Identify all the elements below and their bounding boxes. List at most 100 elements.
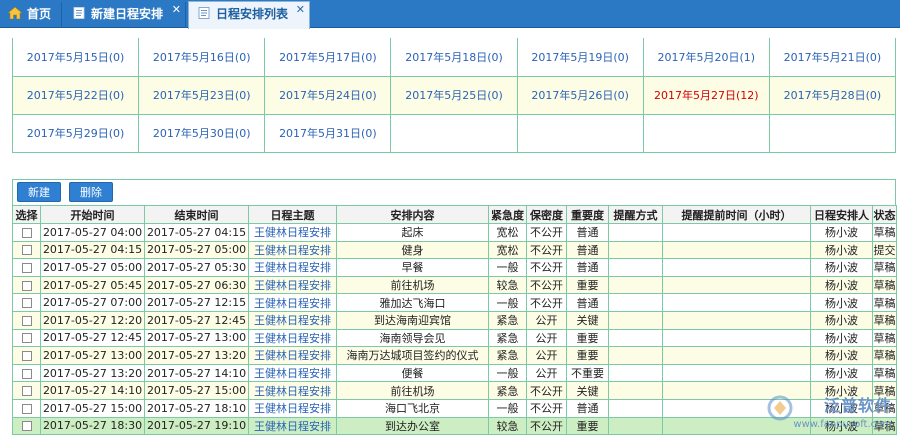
cell-subject[interactable]: 王健林日程安排 xyxy=(248,398,337,418)
cell-confidentiality: 不公开 xyxy=(526,240,567,260)
tab-home[interactable]: 首页 xyxy=(0,2,62,28)
row-checkbox[interactable] xyxy=(21,315,32,326)
calendar-day-cell[interactable]: 2017年5月24日(0) xyxy=(264,75,392,115)
cell-reminder-advance xyxy=(662,328,811,348)
cell-confidentiality: 公开 xyxy=(526,346,567,365)
column-header-status[interactable]: 状态 xyxy=(872,205,897,224)
cell-start-time: 2017-05-27 14:10 xyxy=(40,381,145,400)
calendar-day-cell[interactable]: 2017年5月19日(0) xyxy=(516,38,644,77)
cell-reminder-method xyxy=(608,346,663,365)
column-header-importance[interactable]: 重要度 xyxy=(566,205,609,224)
row-checkbox[interactable] xyxy=(21,386,32,397)
column-header-content[interactable]: 安排内容 xyxy=(336,205,489,224)
cell-arranger: 杨小波 xyxy=(810,310,873,330)
cell-confidentiality: 公开 xyxy=(526,310,567,330)
calendar-day-cell[interactable]: 2017年5月28日(0) xyxy=(768,75,897,115)
cell-subject[interactable]: 王健林日程安排 xyxy=(248,363,337,383)
calendar-day-cell[interactable]: 2017年5月31日(0) xyxy=(264,113,392,153)
calendar-day-cell[interactable]: 2017年5月18日(0) xyxy=(390,38,518,77)
cell-arranger: 杨小波 xyxy=(810,223,873,242)
row-select-cell xyxy=(12,310,41,330)
tab-new-schedule-label: 新建日程安排 xyxy=(91,7,164,21)
calendar-day-cell[interactable]: 2017年5月26日(0) xyxy=(516,75,644,115)
cell-subject[interactable]: 王健林日程安排 xyxy=(248,240,337,260)
row-checkbox[interactable] xyxy=(21,280,32,291)
cell-reminder-method xyxy=(608,363,663,383)
cell-reminder-method xyxy=(608,258,663,277)
close-icon[interactable]: ✕ xyxy=(172,0,181,22)
row-checkbox[interactable] xyxy=(21,262,32,273)
row-checkbox[interactable] xyxy=(21,350,32,361)
calendar-day-cell[interactable]: 2017年5月25日(0) xyxy=(390,75,518,115)
close-icon[interactable]: ✕ xyxy=(296,0,305,22)
cell-subject[interactable]: 王健林日程安排 xyxy=(248,310,337,330)
cell-end-time: 2017-05-27 14:10 xyxy=(144,363,249,383)
calendar-day-cell-today[interactable]: 2017年5月27日(12) xyxy=(642,75,770,115)
cell-subject[interactable]: 王健林日程安排 xyxy=(248,293,337,312)
column-header-confidentiality[interactable]: 保密度 xyxy=(526,205,567,224)
row-checkbox[interactable] xyxy=(21,403,32,414)
column-header-reminder-method[interactable]: 提醒方式 xyxy=(608,205,663,224)
calendar-day-cell[interactable]: 2017年5月15日(0) xyxy=(11,38,140,77)
table-row[interactable]: 2017-05-27 13:00 2017-05-27 13:20 王健林日程安排海… xyxy=(12,346,897,365)
row-checkbox[interactable] xyxy=(21,421,32,432)
calendar-day-cell[interactable]: 2017年5月22日(0) xyxy=(11,75,140,115)
table-row[interactable]: 2017-05-27 15:00 2017-05-27 18:10 王健林日程安排海… xyxy=(12,398,897,418)
cell-subject[interactable]: 王健林日程安排 xyxy=(248,416,337,436)
calendar-week-row: 2017年5月29日(0) 2017年5月30日(0) 2017年5月31日(0… xyxy=(11,113,897,153)
column-header-reminder-advance[interactable]: 提醒提前时间（小时） xyxy=(662,205,811,224)
cell-urgency: 一般 xyxy=(488,363,527,383)
cell-subject[interactable]: 王健林日程安排 xyxy=(248,328,337,348)
tab-new-schedule[interactable]: 新建日程安排 ✕ xyxy=(64,2,186,28)
row-checkbox[interactable] xyxy=(21,227,32,238)
row-checkbox[interactable] xyxy=(21,368,32,379)
cell-reminder-method xyxy=(608,381,663,400)
cell-confidentiality: 不公开 xyxy=(526,381,567,400)
cell-confidentiality: 不公开 xyxy=(526,293,567,312)
cell-subject[interactable]: 王健林日程安排 xyxy=(248,223,337,242)
table-row[interactable]: 2017-05-27 04:00 2017-05-27 04:15 王健林日程安排起… xyxy=(12,223,897,242)
cell-reminder-method xyxy=(608,223,663,242)
table-row[interactable]: 2017-05-27 12:45 2017-05-27 13:00 王健林日程安排海… xyxy=(12,328,897,348)
row-checkbox[interactable] xyxy=(21,333,32,344)
table-row[interactable]: 2017-05-27 12:20 2017-05-27 12:45 王健林日程安排到… xyxy=(12,310,897,330)
cell-subject[interactable]: 王健林日程安排 xyxy=(248,275,337,295)
table-row[interactable]: 2017-05-27 14:10 2017-05-27 15:00 王健林日程安排前… xyxy=(12,381,897,400)
delete-button[interactable]: 删除 xyxy=(69,182,113,202)
table-row[interactable]: 2017-05-27 05:45 2017-05-27 06:30 王健林日程安排前… xyxy=(12,275,897,295)
row-checkbox[interactable] xyxy=(21,245,32,256)
cell-importance: 普通 xyxy=(566,240,609,260)
cell-content: 海南万达城项目签约的仪式 xyxy=(336,346,489,365)
column-header-subject[interactable]: 日程主题 xyxy=(248,205,337,224)
table-row[interactable]: 2017-05-27 13:20 2017-05-27 14:10 王健林日程安排便… xyxy=(12,363,897,383)
cell-subject[interactable]: 王健林日程安排 xyxy=(248,258,337,277)
column-header-end-time[interactable]: 结束时间 xyxy=(144,205,249,224)
tab-schedule-list[interactable]: 日程安排列表 ✕ xyxy=(188,1,310,29)
cell-urgency: 较急 xyxy=(488,416,527,436)
cell-reminder-advance xyxy=(662,258,811,277)
table-row[interactable]: 2017-05-27 07:00 2017-05-27 12:15 王健林日程安排雅… xyxy=(12,293,897,312)
schedule-table: 选择 开始时间 结束时间 日程主题 安排内容 紧急度 保密度 重要度 提醒方式 … xyxy=(12,205,897,436)
cell-end-time: 2017-05-27 19:10 xyxy=(144,416,249,436)
calendar-day-cell[interactable]: 2017年5月29日(0) xyxy=(11,113,140,153)
new-button[interactable]: 新建 xyxy=(17,182,61,202)
column-header-start-time[interactable]: 开始时间 xyxy=(40,205,145,224)
table-row[interactable]: 2017-05-27 18:30 2017-05-27 19:10 王健林日程安排到… xyxy=(12,416,897,436)
table-row[interactable]: 2017-05-27 05:00 2017-05-27 05:30 王健林日程安排早… xyxy=(12,258,897,277)
calendar-day-cell[interactable]: 2017年5月20日(1) xyxy=(642,38,770,77)
cell-importance: 普通 xyxy=(566,223,609,242)
cell-content: 便餐 xyxy=(336,363,489,383)
cell-start-time: 2017-05-27 04:15 xyxy=(40,240,145,260)
cell-reminder-advance xyxy=(662,363,811,383)
calendar-day-cell[interactable]: 2017年5月23日(0) xyxy=(138,75,266,115)
cell-subject[interactable]: 王健林日程安排 xyxy=(248,381,337,400)
calendar-day-cell[interactable]: 2017年5月21日(0) xyxy=(768,38,897,77)
column-header-arranger[interactable]: 日程安排人 xyxy=(810,205,873,224)
calendar-day-cell[interactable]: 2017年5月16日(0) xyxy=(138,38,266,77)
calendar-day-cell[interactable]: 2017年5月30日(0) xyxy=(138,113,266,153)
calendar-day-cell[interactable]: 2017年5月17日(0) xyxy=(264,38,392,77)
row-checkbox[interactable] xyxy=(21,298,32,309)
column-header-urgency[interactable]: 紧急度 xyxy=(488,205,527,224)
table-row[interactable]: 2017-05-27 04:15 2017-05-27 05:00 王健林日程安排健… xyxy=(12,240,897,260)
cell-subject[interactable]: 王健林日程安排 xyxy=(248,346,337,365)
